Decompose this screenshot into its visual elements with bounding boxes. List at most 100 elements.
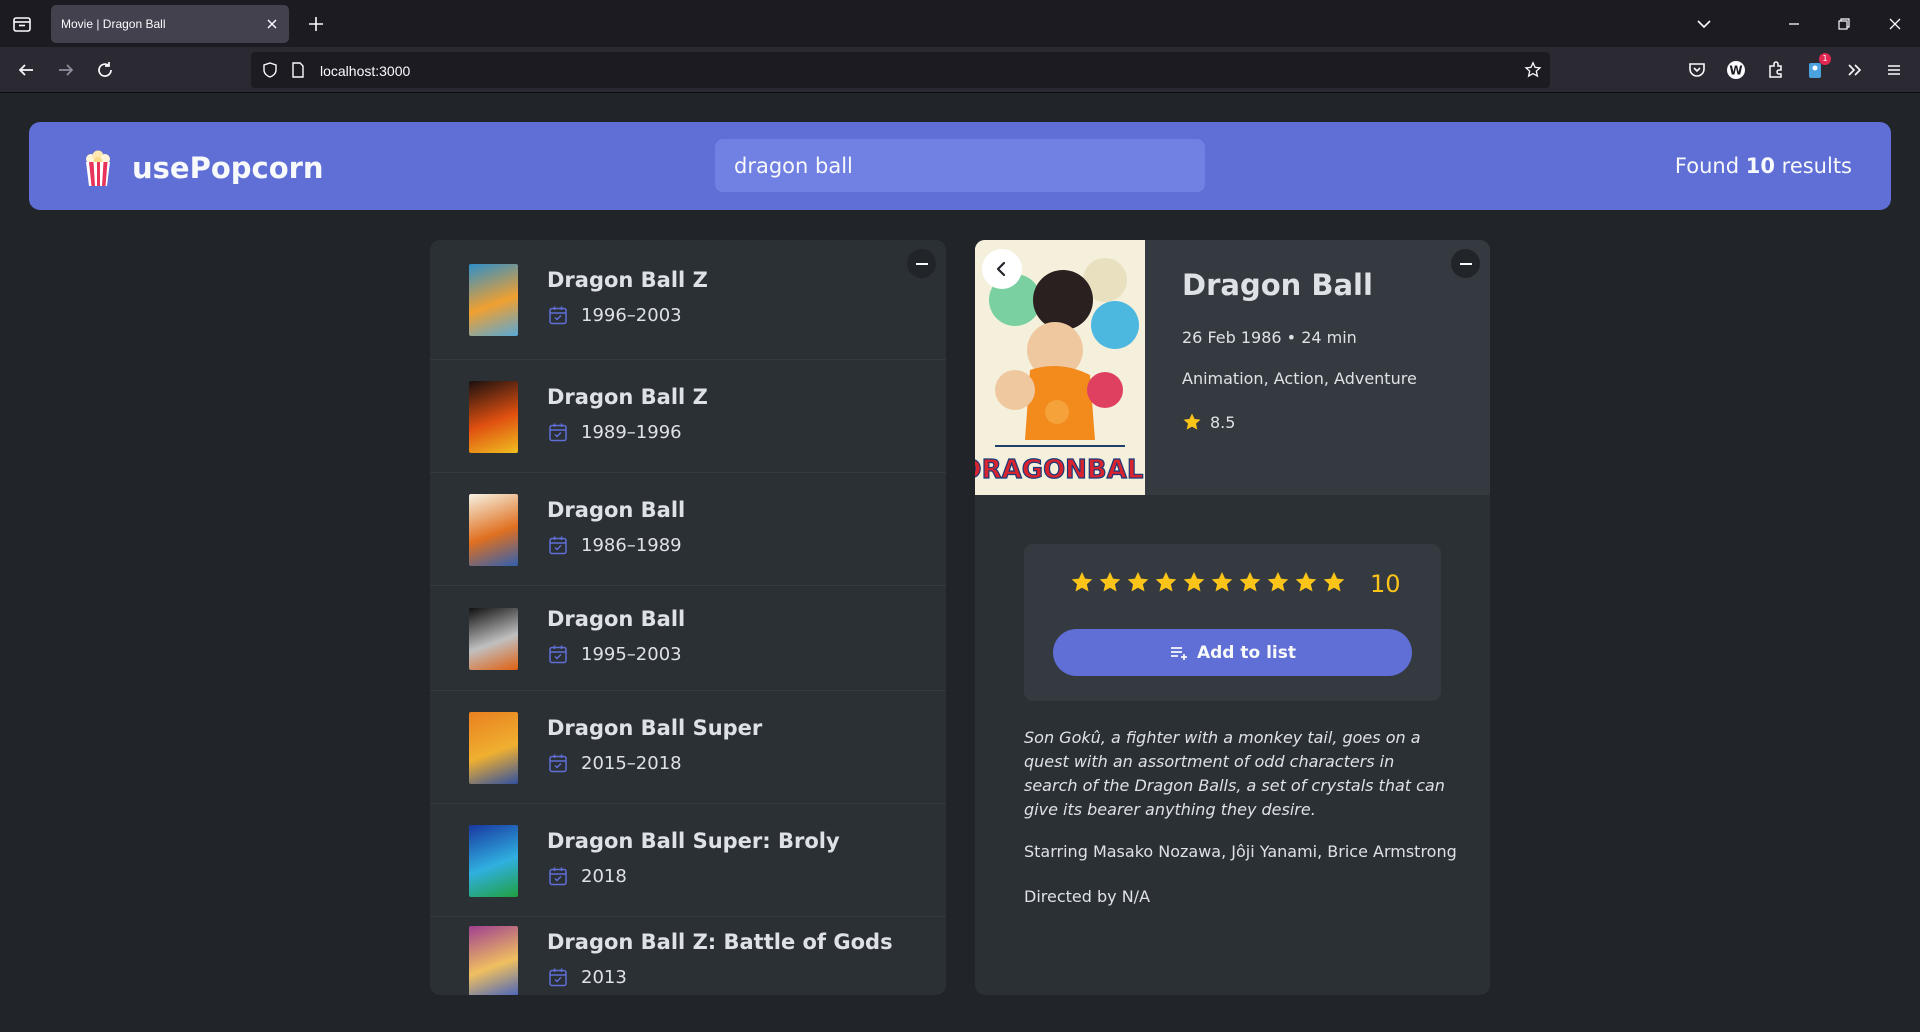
close-tab-icon[interactable] (263, 15, 281, 33)
movie-item-title: Dragon Ball Super: Broly (547, 829, 840, 853)
browser-tab-active[interactable]: Movie | Dragon Ball (51, 5, 289, 43)
movie-item-year-row: 2015–2018 (547, 752, 682, 774)
pocket-icon[interactable] (1685, 58, 1709, 82)
bookmark-star-icon[interactable] (1524, 61, 1542, 79)
rating-star-icon[interactable] (1236, 569, 1264, 597)
extension-badge: 1 (1819, 53, 1831, 65)
new-tab-icon[interactable] (304, 12, 328, 36)
movie-list-box: Dragon Ball Z 1996–2003 Dragon Ball Z 1989–… (430, 240, 946, 995)
list-all-tabs-icon[interactable] (1692, 12, 1716, 36)
extensions-puzzle-icon[interactable] (1764, 58, 1788, 82)
logo-text: usePopcorn (132, 151, 324, 185)
movie-item-year-row: 1989–1996 (547, 421, 682, 443)
svg-text:W: W (1729, 64, 1742, 78)
movie-title: Dragon Ball (1182, 268, 1373, 302)
popcorn-icon (86, 150, 110, 186)
add-list-icon (1170, 646, 1187, 660)
movie-poster-thumbnail (469, 264, 518, 336)
movie-genre: Animation, Action, Adventure (1182, 369, 1417, 388)
movie-item-title: Dragon Ball Z (547, 268, 708, 292)
movie-item-year-row: 1986–1989 (547, 534, 682, 556)
movie-item-year: 1989–1996 (581, 421, 682, 443)
rating-star-icon[interactable] (1096, 569, 1124, 597)
movie-item-year: 1986–1989 (581, 534, 682, 556)
movie-item-year: 1995–2003 (581, 643, 682, 665)
shield-icon[interactable] (261, 61, 279, 79)
browser-nav-bar: localhost:3000 W 1 (0, 47, 1920, 93)
movie-release-runtime: 26 Feb 1986 • 24 min (1182, 328, 1357, 347)
movie-poster-thumbnail (469, 608, 518, 670)
tab-title: Movie | Dragon Ball (61, 17, 166, 31)
movie-poster-thumbnail (469, 825, 518, 897)
movie-details-box: DRAGONBALL Dragon Ball 26 Feb 1986 • 24 … (975, 240, 1490, 995)
calendar-icon (549, 968, 567, 987)
movie-item-year: 1996–2003 (581, 304, 682, 326)
search-input[interactable] (715, 139, 1205, 192)
movie-item-year-row: 1995–2003 (547, 643, 682, 665)
movie-list-item[interactable]: Dragon Ball Super 2015–2018 (430, 691, 946, 804)
star-icon (1183, 413, 1201, 430)
movie-starring: Starring Masako Nozawa, Jôji Yanami, Bri… (1024, 842, 1457, 861)
movie-list-item[interactable]: Dragon Ball 1995–2003 (430, 586, 946, 691)
rating-star-icon[interactable] (1124, 569, 1152, 597)
movie-list-item[interactable]: Dragon Ball 1986–1989 (430, 473, 946, 586)
movie-item-year-row: 2018 (547, 865, 627, 887)
movie-item-year: 2013 (581, 966, 627, 988)
url-bar[interactable]: localhost:3000 (251, 52, 1550, 88)
movie-item-title: Dragon Ball Super (547, 716, 763, 740)
restore-icon[interactable] (1832, 12, 1856, 36)
back-button[interactable] (982, 249, 1022, 289)
browser-tab-bar: Movie | Dragon Ball (0, 0, 1920, 47)
details-header: DRAGONBALL Dragon Ball 26 Feb 1986 • 24 … (975, 240, 1490, 495)
w-extension-icon[interactable]: W (1724, 58, 1748, 82)
movie-item-year: 2018 (581, 865, 627, 887)
account-extension-icon[interactable]: 1 (1803, 53, 1831, 82)
movie-item-title: Dragon Ball (547, 498, 686, 522)
movie-list-item[interactable]: Dragon Ball Z 1996–2003 (430, 240, 946, 360)
movie-poster-thumbnail (469, 494, 518, 566)
collapse-details-button[interactable] (1451, 249, 1480, 278)
movie-list: Dragon Ball Z 1996–2003 Dragon Ball Z 1989–… (430, 240, 946, 995)
calendar-icon (549, 423, 567, 442)
movie-director: Directed by N/A (1024, 887, 1151, 906)
imdb-rating-value: 8.5 (1210, 412, 1236, 432)
movie-item-title: Dragon Ball Z: Battle of Gods (547, 930, 893, 954)
star-rating[interactable] (1068, 569, 1348, 597)
more-tools-chevron-icon[interactable] (1843, 58, 1867, 82)
page-icon[interactable] (289, 61, 307, 79)
reload-icon[interactable] (93, 58, 117, 82)
rating-star-icon[interactable] (1152, 569, 1180, 597)
minimize-icon[interactable] (1782, 12, 1806, 36)
results-count: Found 10 results (1675, 154, 1852, 178)
close-window-icon[interactable] (1883, 12, 1907, 36)
results-prefix: Found (1674, 154, 1740, 178)
movie-list-item[interactable]: Dragon Ball Super: Broly 2018 (430, 804, 946, 917)
forward-arrow-icon[interactable] (54, 58, 78, 82)
movie-list-item[interactable]: Dragon Ball Z 1989–1996 (430, 360, 946, 473)
rating-star-icon[interactable] (1180, 569, 1208, 597)
calendar-icon (549, 867, 567, 886)
results-suffix: results (1781, 154, 1852, 178)
rating-star-icon[interactable] (1264, 569, 1292, 597)
user-rating-value: 10 (1370, 570, 1401, 598)
add-to-list-button[interactable]: Add to list (1053, 629, 1412, 676)
rating-star-icon[interactable] (1320, 569, 1348, 597)
poster-logo-text: DRAGONBALL (975, 455, 1145, 485)
chevron-left-icon (996, 261, 1006, 277)
movie-poster-thumbnail (469, 712, 518, 784)
rating-star-icon[interactable] (1292, 569, 1320, 597)
url-text: localhost:3000 (320, 63, 411, 79)
calendar-icon (549, 754, 567, 773)
movie-list-item[interactable]: Dragon Ball Z: Battle of Gods 2013 (430, 917, 946, 995)
movie-poster-thumbnail (469, 926, 518, 995)
movie-item-year: 2015–2018 (581, 752, 682, 774)
tab-list-icon[interactable] (10, 12, 34, 36)
rating-star-icon[interactable] (1208, 569, 1236, 597)
collapse-list-button[interactable] (907, 249, 936, 278)
rating-star-icon[interactable] (1068, 569, 1096, 597)
movie-plot: Son Gokû, a fighter with a monkey tail, … (1024, 728, 1445, 819)
back-arrow-icon[interactable] (14, 58, 38, 82)
add-to-list-label: Add to list (1196, 642, 1297, 663)
movie-item-year-row: 2013 (547, 966, 627, 988)
hamburger-menu-icon[interactable] (1882, 58, 1906, 82)
